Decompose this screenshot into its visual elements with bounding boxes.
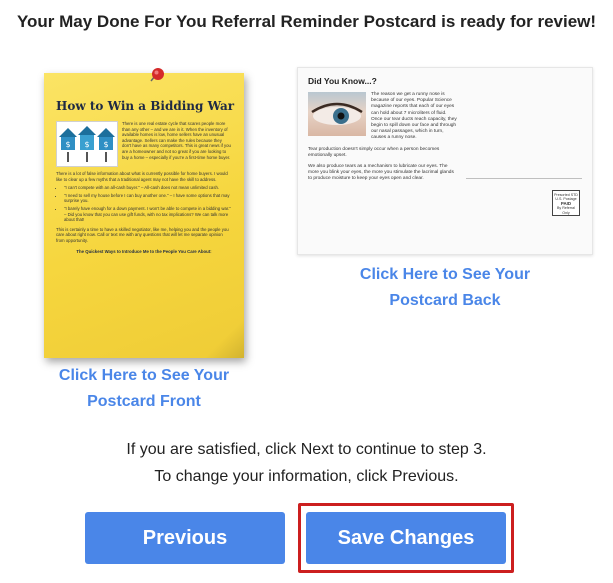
back-paragraph: Tear production doesn't simply occur whe… <box>308 146 440 158</box>
stamp-text: Presorted STD <box>554 193 578 197</box>
instruction-line: To change your information, click Previo… <box>154 468 459 485</box>
svg-text:$: $ <box>84 140 89 149</box>
postcard-front-link[interactable]: Click Here to See Your Postcard Front <box>44 363 244 415</box>
eye-image <box>308 92 366 136</box>
svg-text:$: $ <box>65 140 70 149</box>
eye-icon <box>311 102 363 125</box>
save-changes-button[interactable]: Save Changes <box>306 512 506 564</box>
front-cta-heading: The Quickest Ways to Introduce Me to the… <box>76 248 212 254</box>
house-icons-image: $ $ $ <box>56 121 118 167</box>
front-paragraph: There is a lot of false information abou… <box>56 171 228 182</box>
page-headline: Your May Done For You Referral Reminder … <box>16 12 597 31</box>
link-text: Click Here to See Your <box>359 266 531 283</box>
postage-stamp: Presorted STD U.S. Postage PAID By Refer… <box>552 190 580 216</box>
list-item: "I barely have enough for a down payment… <box>64 206 232 223</box>
link-text: Postcard Front <box>87 393 201 410</box>
previous-button[interactable]: Previous <box>85 512 285 564</box>
postcard-back-link[interactable]: Click Here to See Your Postcard Back <box>320 262 570 314</box>
postcard-front-preview[interactable]: How to Win a Bidding War $ $ $ There is … <box>44 73 244 358</box>
postcard-back-preview[interactable]: Did You Know...? The reason we get a run… <box>297 67 593 255</box>
stamp-text: By Referral Only <box>557 206 575 215</box>
front-title: How to Win a Bidding War <box>56 99 235 113</box>
back-paragraph: We also produce tears as a mechanism to … <box>308 164 454 182</box>
address-divider <box>466 178 582 179</box>
link-text: Click Here to See Your <box>58 367 230 384</box>
front-intro-text: There is one real estate cycle that scar… <box>122 121 231 160</box>
address-area: Presorted STD U.S. Postage PAID By Refer… <box>458 92 582 216</box>
push-pin-icon <box>150 68 164 82</box>
svg-text:$: $ <box>103 140 108 149</box>
house-money-icon: $ $ $ <box>59 126 115 162</box>
list-item: "I can't compete with an all-cash buyer.… <box>64 185 232 191</box>
link-text: Postcard Back <box>389 292 501 309</box>
list-item: "I need to sell my house before I can bu… <box>64 193 232 204</box>
instructions: If you are satisfied, click Next to cont… <box>0 436 613 490</box>
front-paragraph: This is certainly a time to have a skill… <box>56 226 229 243</box>
front-bullet-list: "I can't compete with an all-cash buyer.… <box>56 185 232 223</box>
back-heading: Did You Know...? <box>308 76 377 86</box>
instruction-line: If you are satisfied, click Next to cont… <box>126 441 487 458</box>
